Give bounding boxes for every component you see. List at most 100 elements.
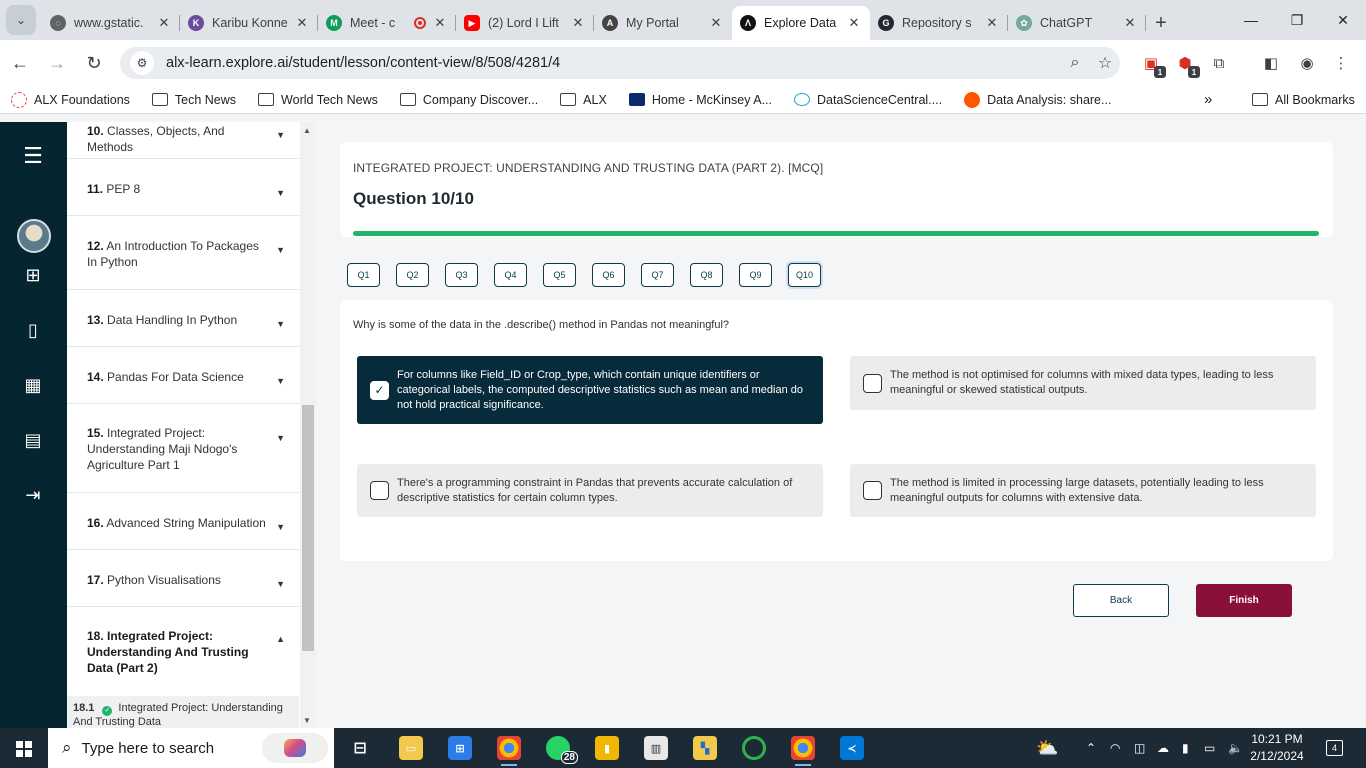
question-nav-q5[interactable]: Q5 [543,263,576,287]
bookmarks-overflow-button[interactable]: » [1204,91,1212,108]
question-nav-q1[interactable]: Q1 [347,263,380,287]
question-nav-q9[interactable]: Q9 [739,263,772,287]
side-panel-button[interactable]: ◧ [1258,50,1284,76]
answer-option-4[interactable]: The method is limited in processing larg… [850,464,1316,517]
answer-option-3[interactable]: There's a programming constraint in Pand… [357,464,823,517]
close-icon[interactable]: ✕ [708,15,724,31]
question-nav-q10[interactable]: Q10 [788,263,821,287]
sub-lesson-item[interactable]: 18.1 ✓ Integrated Project: Understanding A… [67,696,299,728]
close-icon[interactable]: ✕ [156,15,172,31]
store-icon[interactable]: ⊞ [448,736,472,760]
dashboard-grid-icon[interactable]: ⊞ [22,264,44,286]
browser-tab-active[interactable]: Λ Explore Data ✕ [732,6,870,40]
microphone-icon[interactable]: ▮ [1182,728,1189,768]
scroll-up-icon[interactable]: ▲ [303,126,311,135]
zoom-icon[interactable]: ⌕ [1060,54,1090,72]
checkbox-checked[interactable]: ✓ [370,380,389,400]
battery-icon[interactable]: ▭ [1204,728,1215,768]
question-nav-q3[interactable]: Q3 [445,263,478,287]
lesson-item[interactable]: 16. Advanced String Manipulation ▼ [67,493,299,550]
bookmark-folder[interactable]: Company Discover... [399,93,538,107]
bookmark[interactable]: ALX Foundations [11,91,130,108]
calendar-icon[interactable]: ▦ [22,374,44,396]
close-icon[interactable]: ✕ [1122,15,1138,31]
whatsapp-icon[interactable]: 28 [546,736,578,764]
answer-option-2[interactable]: The method is not optimised for columns … [850,356,1316,410]
lesson-item[interactable]: 10. Classes, Objects, And Methods ▼ [67,122,299,159]
bookmark[interactable]: DataScienceCentral.... [794,93,942,107]
taskbar-search-input[interactable]: ⌕ Type here to search [48,728,334,768]
copilot-button[interactable] [262,733,328,763]
extensions-puzzle-button[interactable]: ⧉ [1206,50,1232,76]
scroll-down-icon[interactable]: ▼ [303,716,311,725]
close-icon[interactable]: ✕ [846,15,862,31]
browser-tab[interactable]: ▶ (2) Lord I Lift ✕ [456,6,594,40]
browser-menu-button[interactable]: ⋮ [1328,50,1354,76]
lesson-item[interactable]: 13. Data Handling In Python ▼ [67,290,299,347]
browser-tab[interactable]: ✿ ChatGPT ✕ [1008,6,1146,40]
question-nav-q2[interactable]: Q2 [396,263,429,287]
bookmark[interactable]: Data Analysis: share... [964,91,1111,108]
lesson-item[interactable]: 11. PEP 8 ▼ [67,159,299,216]
bookmark[interactable]: Home - McKinsey A... [628,93,772,107]
browser-tab[interactable]: ◌ www.gstatic. ✕ [42,6,180,40]
extension-icon[interactable]: ▣ 1 [1138,50,1166,78]
chevron-up-icon[interactable]: ⌃ [1086,728,1096,768]
address-bar[interactable]: ⚙ alx-learn.explore.ai/student/lesson/co… [120,47,1120,79]
lesson-item[interactable]: 14. Pandas For Data Science ▼ [67,347,299,404]
restore-button[interactable]: ❐ [1274,0,1320,40]
document-icon[interactable]: ▤ [22,429,44,451]
browser-tab[interactable]: K Karibu Konne ✕ [180,6,318,40]
bookmark-folder[interactable]: Tech News [151,93,236,107]
tab-search-button[interactable]: ⌄ [6,5,36,35]
star-icon[interactable]: ☆ [1090,53,1120,73]
chrome-icon[interactable] [497,736,521,766]
wifi-icon[interactable]: ◠ [1110,728,1120,768]
task-view-icon[interactable]: ⊟ [348,736,372,760]
scrollbar-thumb[interactable] [302,405,314,651]
files-app-icon[interactable]: ▚ [693,736,717,760]
url-text[interactable]: alx-learn.explore.ai/student/lesson/cont… [166,55,1060,71]
browser-tab[interactable]: G Repository s ✕ [870,6,1008,40]
question-nav-q8[interactable]: Q8 [690,263,723,287]
all-bookmarks-button[interactable]: All Bookmarks [1252,93,1355,107]
vscode-icon[interactable]: ≺ [840,736,864,760]
bookmark-folder[interactable]: World Tech News [258,93,378,107]
close-window-button[interactable]: ✕ [1320,0,1366,40]
weather-icon[interactable]: ⛅ [1036,728,1058,768]
checkbox[interactable] [863,373,882,393]
lesson-item[interactable]: 17. Python Visualisations ▼ [67,550,299,607]
profile-avatar[interactable]: ◉ [1294,50,1320,76]
browser-tab[interactable]: A My Portal ✕ [594,6,732,40]
lesson-item[interactable]: 15. Integrated Project: Understanding Ma… [67,404,299,493]
logout-icon[interactable]: ⇥ [22,484,44,506]
notifications-icon[interactable]: 4 [1326,740,1343,756]
question-nav-q4[interactable]: Q4 [494,263,527,287]
answer-option-1[interactable]: ✓ For columns like Field_ID or Crop_type… [357,356,823,424]
close-icon[interactable]: ✕ [570,15,586,31]
browser-tab[interactable]: M Meet - c ✕ [318,6,456,40]
close-icon[interactable]: ✕ [294,15,310,31]
minimize-button[interactable]: — [1228,0,1274,40]
question-nav-q7[interactable]: Q7 [641,263,674,287]
sync-app-icon[interactable] [742,736,766,760]
back-button[interactable]: Back [1073,584,1169,617]
sidebar-scrollbar[interactable]: ▲ ▼ [300,122,316,728]
volume-icon[interactable]: 🔈 [1228,728,1243,768]
avatar[interactable] [17,219,51,253]
file-explorer-icon[interactable]: ▭ [399,736,423,760]
bookmark-folder[interactable]: ALX [560,93,607,107]
book-icon[interactable]: ▯ [22,319,44,341]
extension-icon[interactable]: ⬢ 1 [1172,50,1200,78]
close-icon[interactable]: ✕ [984,15,1000,31]
meet-now-icon[interactable]: ◫ [1134,728,1145,768]
hamburger-menu-icon[interactable]: ☰ [22,143,44,168]
checkbox[interactable] [370,481,389,500]
cloud-icon[interactable]: ☁ [1157,728,1169,768]
back-nav-button[interactable]: ← [3,46,37,80]
checkbox[interactable] [863,481,882,500]
new-tab-button[interactable]: + [1146,6,1176,40]
chrome-profile-icon[interactable] [791,736,815,766]
forward-nav-button[interactable]: → [40,46,74,80]
lesson-item-expanded[interactable]: 18. Integrated Project: Understanding An… [67,607,299,696]
